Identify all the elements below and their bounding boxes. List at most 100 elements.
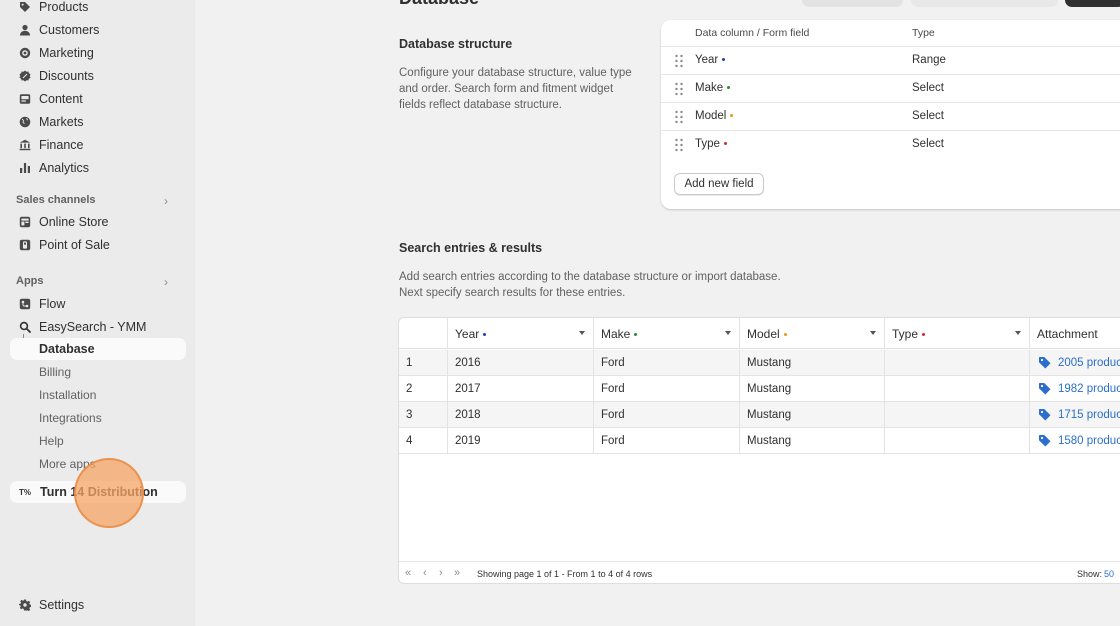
- table-cell-make[interactable]: Ford: [593, 376, 739, 402]
- table-cell-type[interactable]: [884, 350, 1029, 376]
- column-label-text: Type: [892, 327, 919, 341]
- table-cell-attachment[interactable]: 1982 product: [1029, 376, 1120, 402]
- sidebar: Products Customers Marketing Discounts C…: [0, 0, 195, 626]
- nav-finance[interactable]: Finance: [10, 134, 186, 156]
- attachment-link[interactable]: 2005 product: [1058, 357, 1120, 369]
- sales-channels-chevron-right-icon[interactable]: ›: [164, 194, 168, 208]
- table-cell-make[interactable]: Ford: [593, 402, 739, 428]
- nav-label: Finance: [39, 138, 84, 152]
- attachment-link[interactable]: 1580 product: [1058, 435, 1120, 447]
- table-cell-year[interactable]: 2017: [447, 376, 593, 402]
- apps-chevron-right-icon[interactable]: ›: [164, 275, 168, 289]
- top-select-control[interactable]: [911, 0, 1058, 7]
- field-color-dot: [730, 114, 734, 118]
- nav-marketing[interactable]: Marketing: [10, 42, 186, 64]
- nav-point-of-sale[interactable]: Point of Sale: [10, 234, 186, 256]
- nav-analytics[interactable]: Analytics: [10, 157, 186, 179]
- tag-icon: [1039, 435, 1051, 447]
- field-type[interactable]: Select: [912, 82, 944, 94]
- table-cell-type[interactable]: [884, 376, 1029, 402]
- field-type[interactable]: Range: [912, 54, 946, 66]
- cell-value: Mustang: [747, 357, 792, 369]
- column-filter-caret-icon[interactable]: [870, 331, 876, 335]
- structure-row[interactable]: Model Select: [661, 102, 1120, 130]
- table-cell-model[interactable]: Mustang: [739, 376, 884, 402]
- prev-page-icon[interactable]: ‹: [423, 567, 427, 579]
- grid-column-header[interactable]: Type: [884, 318, 1029, 349]
- grid-column-header[interactable]: Year: [447, 318, 593, 349]
- table-row[interactable]: 1 2016 Ford Mustang 2005 product: [399, 350, 1120, 376]
- column-filter-caret-icon[interactable]: [1015, 331, 1021, 335]
- column-filter-caret-icon[interactable]: [725, 331, 731, 335]
- top-action-button[interactable]: [802, 0, 903, 7]
- table-cell-type[interactable]: [884, 428, 1029, 454]
- grid-column-header[interactable]: Model: [739, 318, 884, 349]
- grid-header-row-number: [399, 318, 447, 349]
- table-cell-year[interactable]: 2016: [447, 350, 593, 376]
- nav-products[interactable]: Products: [10, 0, 186, 18]
- nav-markets[interactable]: Markets: [10, 111, 186, 133]
- table-cell-attachment[interactable]: 2005 product: [1029, 350, 1120, 376]
- table-cell-model[interactable]: Mustang: [739, 350, 884, 376]
- table-row[interactable]: 3 2018 Ford Mustang 1715 product: [399, 402, 1120, 428]
- field-name: Year: [695, 54, 726, 66]
- table-row[interactable]: 4 2019 Ford Mustang 1580 product: [399, 428, 1120, 454]
- primary-action-button[interactable]: [1065, 0, 1120, 7]
- structure-row[interactable]: Year Range: [661, 46, 1120, 74]
- nav-label: Marketing: [39, 46, 94, 60]
- nav-easysearch-ymm[interactable]: EasySearch - YMM: [10, 316, 186, 338]
- attachment-link[interactable]: 1982 product: [1058, 383, 1120, 395]
- nav-flow[interactable]: Flow: [10, 293, 186, 315]
- table-cell-num: 3: [399, 402, 447, 428]
- table-cell-year[interactable]: 2019: [447, 428, 593, 454]
- nav-sub-integrations[interactable]: Integrations: [39, 411, 102, 425]
- table-cell-model[interactable]: Mustang: [739, 428, 884, 454]
- table-cell-model[interactable]: Mustang: [739, 402, 884, 428]
- column-color-dot: [922, 333, 926, 337]
- drag-handle-icon[interactable]: [674, 82, 684, 96]
- drag-handle-icon[interactable]: [674, 138, 684, 152]
- nav-sub-help[interactable]: Help: [39, 434, 64, 448]
- column-label-text: Year: [455, 327, 480, 341]
- flow-icon: [18, 297, 32, 311]
- nav-discounts[interactable]: Discounts: [10, 65, 186, 87]
- table-cell-year[interactable]: 2018: [447, 402, 593, 428]
- first-page-icon[interactable]: «: [405, 567, 411, 579]
- structure-row[interactable]: Make Select: [661, 74, 1120, 102]
- drag-handle-icon[interactable]: [674, 54, 684, 68]
- structure-row[interactable]: Type Select: [661, 130, 1120, 158]
- grid-column-header[interactable]: Attachment: [1029, 318, 1120, 349]
- field-name: Make: [695, 82, 731, 94]
- nav-sub-installation[interactable]: Installation: [39, 388, 96, 402]
- nav-settings[interactable]: Settings: [10, 594, 186, 616]
- column-filter-caret-icon[interactable]: [579, 331, 585, 335]
- grid-footer: « ‹ › » Showing page 1 of 1 - From 1 to …: [399, 561, 1120, 583]
- table-cell-attachment[interactable]: 1580 product: [1029, 428, 1120, 454]
- table-cell-type[interactable]: [884, 402, 1029, 428]
- field-type[interactable]: Select: [912, 110, 944, 122]
- field-name-text: Make: [695, 82, 724, 94]
- drag-handle-icon[interactable]: [674, 110, 684, 124]
- table-cell-make[interactable]: Ford: [593, 350, 739, 376]
- column-header-type: Type: [912, 27, 935, 39]
- click-highlight-circle: [74, 458, 144, 528]
- field-type[interactable]: Select: [912, 138, 944, 150]
- nav-sub-billing[interactable]: Billing: [39, 365, 71, 379]
- next-page-icon[interactable]: ›: [439, 567, 443, 579]
- table-cell-make[interactable]: Ford: [593, 428, 739, 454]
- turn14-logo-icon: T%: [19, 487, 31, 497]
- table-cell-attachment[interactable]: 1715 product: [1029, 402, 1120, 428]
- table-row[interactable]: 2 2017 Ford Mustang 1982 product: [399, 376, 1120, 402]
- attachment-link[interactable]: 1715 product: [1058, 409, 1120, 421]
- nav-sub-database[interactable]: Database: [10, 338, 186, 360]
- table-cell-num: 4: [399, 428, 447, 454]
- page-size-select[interactable]: 50: [1104, 569, 1114, 579]
- show-label: Show:: [1077, 569, 1103, 579]
- nav-online-store[interactable]: Online Store: [10, 211, 186, 233]
- grid-column-header[interactable]: Make: [593, 318, 739, 349]
- nav-customers[interactable]: Customers: [10, 19, 186, 41]
- add-new-field-button[interactable]: Add new field: [674, 173, 764, 195]
- column-label: Type: [892, 327, 926, 341]
- nav-content[interactable]: Content: [10, 88, 186, 110]
- last-page-icon[interactable]: »: [454, 567, 460, 579]
